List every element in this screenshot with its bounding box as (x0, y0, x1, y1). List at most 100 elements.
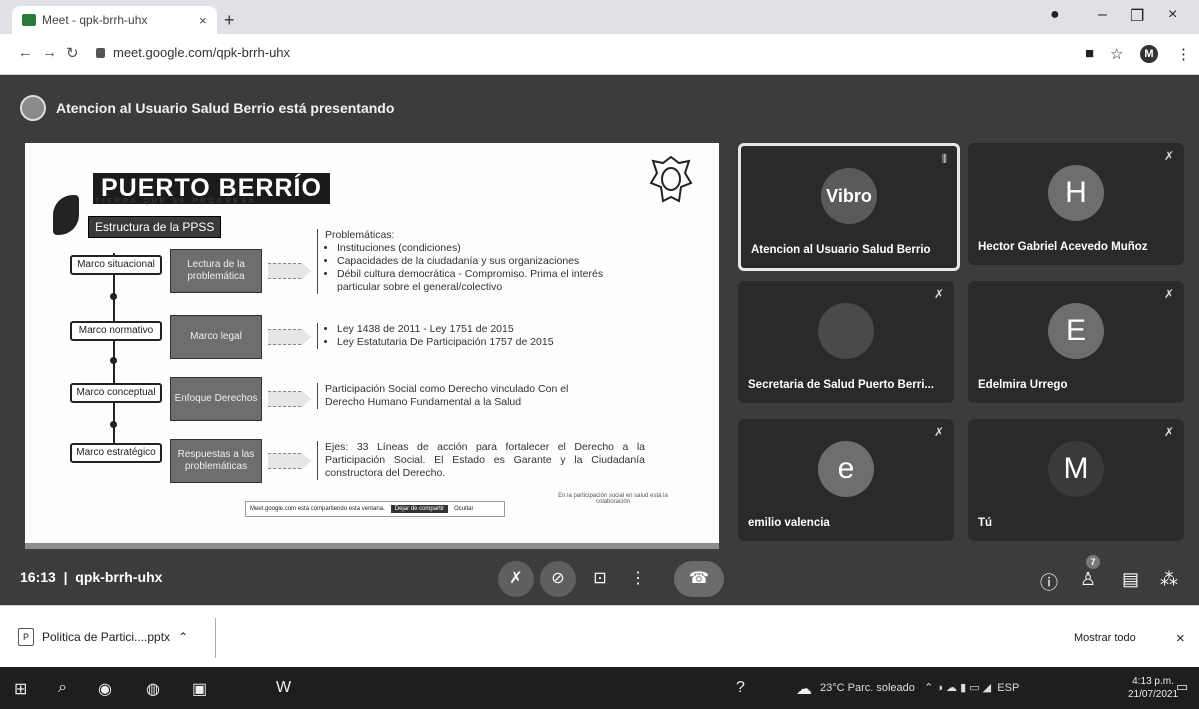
record-icon: ● (1050, 6, 1060, 23)
close-window-button[interactable]: × (1168, 6, 1177, 24)
hangup-button[interactable]: ☎ (674, 561, 724, 597)
list-item: Instituciones (condiciones) (337, 242, 625, 255)
meeting-separator: | (59, 569, 72, 585)
forward-icon[interactable]: → (42, 44, 57, 61)
language-indicator[interactable]: ESP (997, 682, 1019, 694)
shared-slide: PUERTO BERRÍO TIERRA QUE SE PROGRESA Est… (25, 143, 719, 549)
participant-tile[interactable]: H ✗ Hector Gabriel Acevedo Muñoz (968, 143, 1184, 265)
address-bar-row: ← → ↻ meet.google.com/qpk-brrh-uhx ■ ☆ M… (0, 34, 1199, 75)
participant-tile[interactable]: E ✗ Edelmira Urrego (968, 281, 1184, 403)
meeting-time: 16:13 (20, 569, 56, 585)
participant-tile[interactable]: Vibro ⦀ Atencion al Usuario Salud Berrio (738, 143, 960, 271)
menu-icon[interactable]: ⋮ (1176, 45, 1191, 63)
meeting-code: qpk-brrh-uhx (75, 569, 163, 585)
meeting-info-icon[interactable]: ⓘ (1040, 569, 1058, 595)
more-options-button[interactable]: ⋮ (630, 561, 646, 597)
participant-name: Secretaria de Salud Puerto Berri... (748, 379, 934, 391)
participant-name: Edelmira Urrego (978, 379, 1068, 391)
browser-tab-meet[interactable]: Meet - qpk-brrh-uhx × (12, 6, 217, 34)
participant-name: emilio valencia (748, 517, 830, 529)
slide-logo-subtext: TIERRA QUE SE PROGRESA (95, 198, 257, 205)
windows-start-icon[interactable]: ⊞ (14, 679, 27, 699)
word-icon[interactable]: W (276, 679, 291, 697)
mic-toggle-button[interactable]: ✗ (498, 561, 534, 597)
presenting-text: Atencion al Usuario Salud Berrio está pr… (56, 100, 395, 116)
problematicas-list: Instituciones (condiciones) Capacidades … (325, 242, 625, 294)
flow-arrow (268, 391, 311, 407)
normativa-list: Ley 1438 de 2011 - Ley 1751 de 2015 Ley … (325, 323, 625, 349)
file-explorer-icon[interactable]: ▣ (192, 679, 207, 699)
row-divider (317, 323, 318, 349)
participant-name: Atencion al Usuario Salud Berrio (751, 244, 931, 256)
new-tab-button[interactable]: + (224, 10, 235, 31)
reload-icon[interactable]: ↻ (66, 44, 79, 62)
notifications-icon[interactable]: ▭ (1176, 679, 1188, 695)
participant-tile[interactable]: ✗ Secretaria de Salud Puerto Berri... (738, 281, 954, 403)
tray-icons[interactable]: ⌃ ◑ ☁ ▮ ▭ ◢ (924, 682, 991, 694)
participant-avatar: M (1048, 441, 1104, 497)
row1-content: Problemáticas: Instituciones (condicione… (317, 229, 625, 294)
participant-avatar: E (1048, 303, 1104, 359)
share-notice: Meet.google.com está compartiendo esta v… (250, 506, 385, 512)
profile-icon[interactable]: M (1140, 45, 1158, 63)
meet-control-bar: 16:13 | qpk-brrh-uhx ✗ ⊘ ⊡ ⋮ ☎ ⓘ 7 ♙ ▤ ⁂ (0, 545, 1199, 605)
show-all-button[interactable]: Mostrar todo (1074, 632, 1136, 644)
camera-toggle-button[interactable]: ⊘ (540, 561, 576, 597)
taskbar-clock[interactable]: 4:13 p.m. 21/07/2021 (1128, 675, 1178, 701)
mic-off-icon: ✗ (1163, 287, 1174, 301)
list-item: Ley Estatutaria De Participación 1757 de… (337, 336, 625, 349)
star-icon[interactable]: ☆ (1110, 45, 1123, 63)
clock-date: 21/07/2021 (1128, 689, 1179, 700)
mic-off-icon: ✗ (1163, 425, 1174, 439)
weather-text: 23°C Parc. soleado (820, 682, 915, 694)
camera-icon[interactable]: ■ (1085, 45, 1094, 62)
mic-off-icon: ✗ (1163, 149, 1174, 163)
search-icon[interactable]: ⌕ (58, 679, 67, 697)
participant-tile-self[interactable]: M ✗ Tú (968, 419, 1184, 541)
maximize-button[interactable]: ❐ (1130, 6, 1144, 26)
marco-estrategico-box: Marco estratégico (70, 443, 162, 463)
participant-tile[interactable]: e ✗ emilio valencia (738, 419, 954, 541)
back-icon[interactable]: ← (18, 44, 33, 61)
close-shelf-button[interactable]: × (1176, 630, 1185, 647)
minimize-button[interactable]: – (1098, 6, 1107, 24)
participant-avatar: H (1048, 165, 1104, 221)
stop-sharing-button[interactable]: Dejar de compartir (390, 505, 449, 513)
help-icon[interactable]: ? (736, 679, 745, 697)
marco-conceptual-box: Marco conceptual (70, 383, 162, 403)
row-divider (317, 383, 318, 409)
clock-time: 4:13 p.m. (1132, 676, 1174, 687)
hide-button[interactable]: Ocultar (454, 506, 473, 512)
weather-status: 23°C Parc. soleado ⌃ ◑ ☁ ▮ ▭ ◢ ESP (820, 681, 1019, 694)
activities-icon[interactable]: ⁂ (1160, 569, 1178, 590)
present-button[interactable]: ⊡ (582, 561, 618, 597)
meet-stage: Atencion al Usuario Salud Berrio está pr… (0, 75, 1199, 605)
participant-avatar: Vibro (821, 168, 877, 224)
chrome-icon[interactable]: ◉ (98, 679, 112, 699)
participant-name: Tú (978, 517, 993, 529)
edge-icon[interactable]: ◍ (146, 679, 160, 699)
url-field[interactable]: meet.google.com/qpk-brrh-uhx (96, 45, 290, 60)
participant-avatar: e (818, 441, 874, 497)
estrategico-text: Ejes: 33 Líneas de acción para fortalece… (325, 441, 645, 479)
weather-icon: ☁ (796, 681, 812, 698)
browser-tab-bar: Meet - qpk-brrh-uhx × + ● – ❐ × (0, 0, 1199, 34)
row2-content: Ley 1438 de 2011 - Ley 1751 de 2015 Ley … (317, 323, 625, 349)
divider (215, 618, 216, 658)
url-text: meet.google.com/qpk-brrh-uhx (113, 45, 291, 60)
marco-situacional-box: Marco situacional (70, 255, 162, 275)
people-icon[interactable]: ♙ (1080, 569, 1096, 590)
presenting-banner: Atencion al Usuario Salud Berrio está pr… (20, 95, 394, 121)
enfoque-derechos-box: Enfoque Derechos (170, 377, 262, 421)
tab-close-icon[interactable]: × (199, 13, 217, 28)
chat-icon[interactable]: ▤ (1122, 569, 1139, 590)
flow-arrow (268, 453, 311, 469)
row3-content: Participación Social como Derecho vincul… (317, 383, 575, 409)
slide-subtitle: Estructura de la PPSS (88, 216, 222, 238)
flow-arrow (268, 329, 311, 345)
chevron-up-icon[interactable]: ⌃ (178, 630, 188, 644)
windows-taskbar: ⊞ ⌕ ◉ ◍ ▣ W ? ☁ 23°C Parc. soleado ⌃ ◑ ☁… (0, 667, 1199, 709)
problematicas-heading: Problemáticas: (325, 229, 395, 241)
conceptual-text: Participación Social como Derecho vincul… (325, 383, 569, 408)
download-item[interactable]: P Politica de Partici....pptx ⌃ (18, 628, 188, 646)
